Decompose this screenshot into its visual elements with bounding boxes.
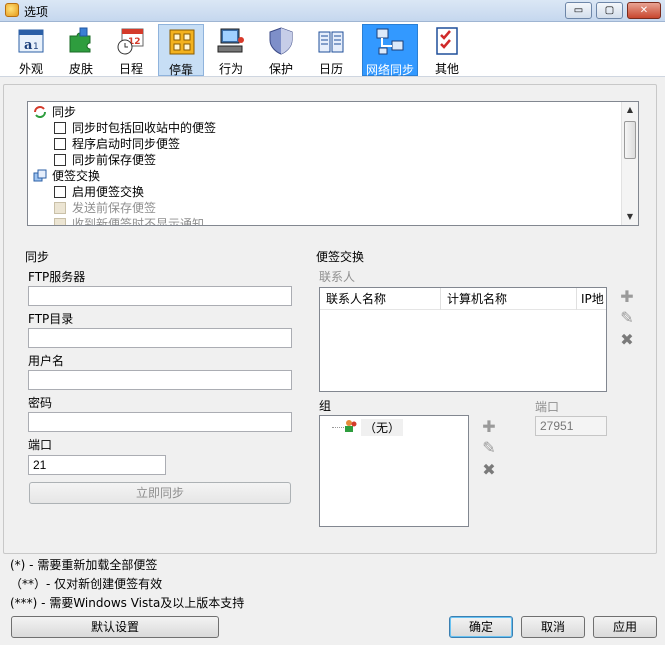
checkbox-no-notify — [54, 218, 66, 225]
sync-now-button[interactable]: 立即同步 — [29, 482, 291, 504]
edit-group-icon[interactable]: ✎ — [480, 439, 498, 457]
exchange-port-label: 端口 — [535, 400, 560, 414]
contacts-group-icon — [345, 420, 357, 432]
network-sync-icon — [376, 28, 404, 55]
checkbox-sync-on-start[interactable] — [54, 138, 66, 150]
footnote-reload: (*) - 需要重新加载全部便签 — [10, 558, 158, 572]
tab-skin[interactable]: 皮肤 — [58, 24, 104, 76]
tab-network-sync[interactable]: 网络同步 — [362, 24, 418, 77]
column-contact-name[interactable]: 联系人名称 — [320, 288, 441, 310]
add-group-icon[interactable]: ✚ — [480, 418, 498, 436]
checkbox-save-before-sync[interactable] — [54, 154, 66, 166]
tab-calendar[interactable]: 日历 — [308, 24, 354, 76]
minimize-button[interactable]: ▭ — [565, 2, 592, 19]
scroll-thumb[interactable] — [624, 121, 636, 159]
svg-text:a: a — [24, 38, 33, 53]
checkbox-enable-exchange[interactable] — [54, 186, 66, 198]
apply-button[interactable]: 应用 — [593, 616, 657, 638]
ftp-server-input[interactable] — [28, 286, 292, 306]
note-exchange-icon — [33, 169, 47, 182]
tree-option-label: 收到新便签时不显示通知 — [72, 217, 205, 226]
calendar-book-icon — [318, 31, 344, 53]
tab-dock[interactable]: 停靠 — [158, 24, 204, 77]
username-label: 用户名 — [28, 354, 65, 368]
contacts-list-header: 联系人名称 计算机名称 IP地 — [320, 288, 606, 310]
tree-option-label: 同步前保存便签 — [72, 153, 157, 167]
password-label: 密码 — [28, 396, 53, 410]
ok-button[interactable]: 确定 — [449, 616, 513, 638]
tab-behavior[interactable]: 行为 — [208, 24, 254, 76]
exchange-group-title: 便签交换 — [316, 250, 365, 264]
checkbox-include-recycle[interactable] — [54, 122, 66, 134]
tab-protection[interactable]: 保护 — [258, 24, 304, 76]
tree-option-label: 程序启动时同步便签 — [72, 137, 181, 151]
tab-dock-label: 停靠 — [168, 63, 193, 77]
tab-other[interactable]: 其他 — [424, 24, 470, 76]
close-button[interactable]: ✕ — [627, 2, 661, 19]
scroll-down-arrow-icon[interactable]: ▼ — [622, 209, 638, 225]
ftp-dir-label: FTP目录 — [28, 312, 74, 326]
window-title: 选项 — [24, 5, 49, 19]
port-label: 端口 — [28, 438, 53, 452]
tree-group-sync-label: 同步 — [52, 105, 77, 119]
tab-calendar-label: 日历 — [318, 62, 343, 76]
defaults-button[interactable]: 默认设置 — [11, 616, 219, 638]
tree-scrollbar[interactable]: ▲ ▼ — [621, 102, 638, 225]
sync-group-title: 同步 — [25, 250, 50, 264]
tab-network-sync-label: 网络同步 — [365, 63, 414, 77]
sync-group-icon — [34, 106, 46, 118]
column-computer-name[interactable]: 计算机名称 — [441, 288, 577, 310]
options-content: 同步 同步时包括回收站中的便签 程序启动时同步便签 同步前保存便签 便签交换 启… — [0, 78, 665, 645]
ftp-server-label: FTP服务器 — [28, 270, 86, 284]
contacts-label: 联系人 — [319, 270, 356, 284]
group-label: 组 — [319, 399, 332, 413]
delete-group-icon[interactable]: ✖ — [480, 461, 498, 479]
network-settings-tree[interactable]: 同步 同步时包括回收站中的便签 程序启动时同步便签 同步前保存便签 便签交换 启… — [27, 101, 639, 226]
tab-schedule-label: 日程 — [118, 62, 143, 76]
footnote-vista: (***) - 需要Windows Vista及以上版本支持 — [10, 596, 245, 610]
checkbox-save-before-send — [54, 202, 66, 214]
schedule-clock-icon: 12 — [117, 28, 144, 55]
title-bar: 选项 ▭ ▢ ✕ — [0, 0, 665, 22]
port-input[interactable] — [28, 455, 166, 475]
tab-other-label: 其他 — [434, 62, 459, 76]
options-toolbar: a 1 外观 皮肤 12 日程 停靠 行为 保护 日历 网络同步 其他 — [0, 22, 665, 77]
group-tree[interactable]: （无） — [319, 415, 469, 527]
dock-grid-icon — [169, 29, 195, 55]
add-contact-icon[interactable]: ✚ — [618, 288, 636, 306]
ftp-dir-input[interactable] — [28, 328, 292, 348]
footnote-new-notes: （**）- 仅对新创建便签有效 — [10, 577, 163, 591]
password-input[interactable] — [28, 412, 292, 432]
exchange-port-input — [535, 416, 607, 436]
skin-puzzle-icon — [69, 27, 91, 53]
maximize-button[interactable]: ▢ — [596, 2, 623, 19]
cancel-button[interactable]: 取消 — [521, 616, 585, 638]
svg-text:1: 1 — [33, 42, 39, 52]
appearance-icon: a 1 — [18, 29, 44, 53]
column-ip[interactable]: IP地 — [577, 288, 606, 310]
tree-option-label: 同步时包括回收站中的便签 — [72, 121, 217, 135]
username-input[interactable] — [28, 370, 292, 390]
tab-schedule[interactable]: 12 日程 — [108, 24, 154, 76]
checklist-icon — [436, 27, 458, 55]
tab-appearance[interactable]: a 1 外观 — [8, 24, 54, 76]
edit-contact-icon[interactable]: ✎ — [618, 309, 636, 327]
group-none-item[interactable]: （无） — [361, 419, 404, 436]
tree-option-label: 启用便签交换 — [72, 185, 145, 199]
app-icon — [5, 3, 19, 17]
scroll-up-arrow-icon[interactable]: ▲ — [622, 102, 638, 118]
tree-group-exchange-label: 便签交换 — [52, 169, 101, 183]
shield-icon — [269, 27, 293, 55]
delete-contact-icon[interactable]: ✖ — [618, 331, 636, 349]
behavior-computer-icon — [217, 28, 244, 53]
contacts-list[interactable]: 联系人名称 计算机名称 IP地 — [319, 287, 607, 392]
tree-option-label: 发送前保存便签 — [72, 201, 157, 215]
